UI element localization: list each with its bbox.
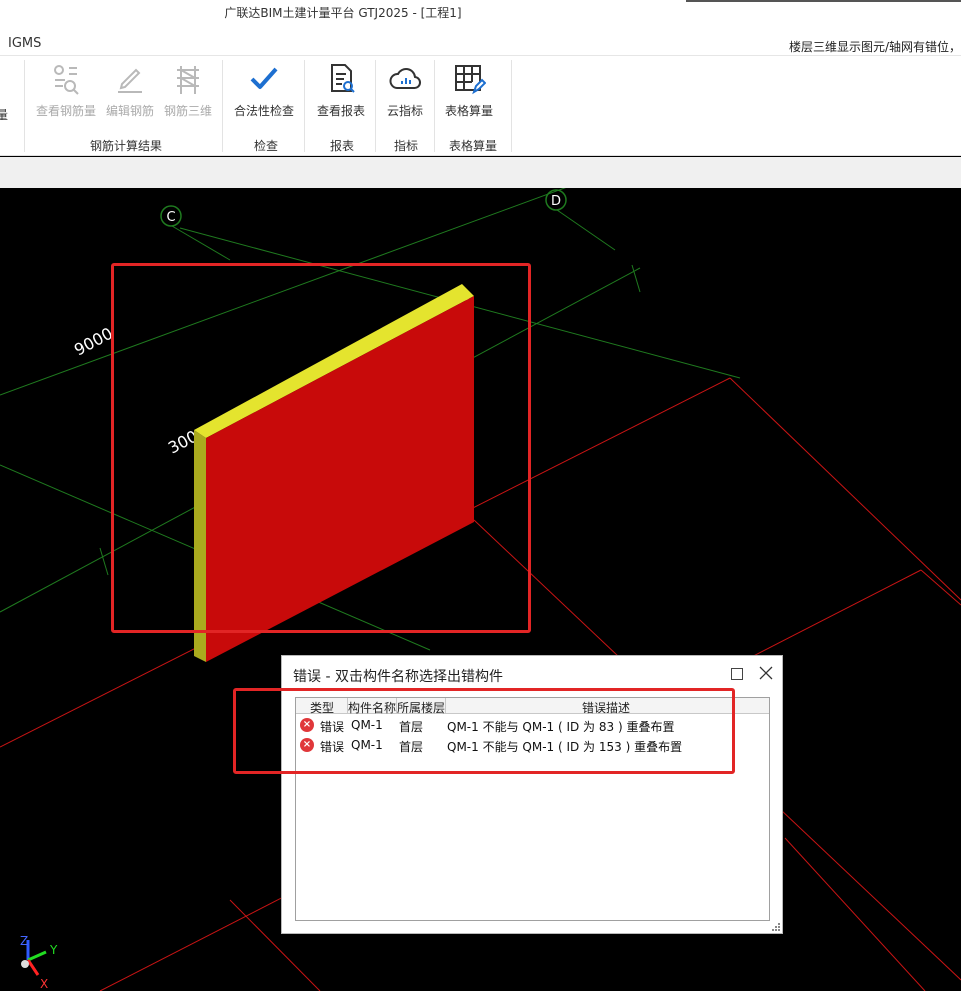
view-rebar-button[interactable]: 查看钢筋量 bbox=[34, 62, 98, 119]
error-description: QM-1 不能与 QM-1 ( ID 为 83 ) 重叠布置 bbox=[447, 720, 675, 734]
rebar-3d-button[interactable]: 钢筋三维 bbox=[162, 62, 214, 119]
error-icon: × bbox=[300, 718, 314, 732]
view-rebar-label: 查看钢筋量 bbox=[35, 104, 96, 118]
toolbar-strip bbox=[0, 157, 961, 188]
ribbon-partial-label: 量 bbox=[0, 108, 9, 122]
edit-rebar-label: 编辑钢筋 bbox=[105, 104, 154, 118]
dimension-label-9000: 9000 bbox=[71, 324, 116, 360]
column-header-name[interactable]: 构件名称 bbox=[348, 699, 396, 716]
edit-rebar-button[interactable]: 编辑钢筋 bbox=[104, 62, 156, 119]
cloud-index-label: 云指标 bbox=[386, 104, 423, 118]
ribbon-toolbar: 量 查看钢筋量 编辑钢筋 钢筋三维 钢筋计算结果 合法性检查 检查 查看报表 报… bbox=[0, 56, 961, 156]
triad-x-label: X bbox=[40, 977, 48, 991]
ribbon-partial-button[interactable]: 量 bbox=[0, 100, 8, 123]
group-separator bbox=[222, 60, 223, 152]
group-separator bbox=[304, 60, 305, 152]
axis-bubble-c: C bbox=[160, 205, 182, 227]
error-row[interactable]: × 错误 QM-1 首层 QM-1 不能与 QM-1 ( ID 为 153 ) … bbox=[296, 735, 769, 755]
title-bar: 广联达BIM土建计量平台 GTJ2025 - [工程1] bbox=[0, 0, 961, 30]
resize-grip-icon[interactable] bbox=[772, 923, 780, 931]
triad-y-label: Y bbox=[49, 943, 58, 957]
error-component-name[interactable]: QM-1 bbox=[351, 738, 383, 752]
notice-text: 楼层三维显示图元/轴网有错位， bbox=[788, 40, 961, 54]
table-calc-icon bbox=[455, 65, 486, 95]
group-separator bbox=[434, 60, 435, 152]
dialog-title: 错误 - 双击构件名称选择出错构件 bbox=[293, 669, 503, 685]
check-mark-icon bbox=[250, 67, 278, 89]
title-bar-divider bbox=[686, 0, 961, 2]
error-floor: 首层 bbox=[399, 720, 424, 734]
cloud-index-button[interactable]: 云指标 bbox=[382, 62, 428, 119]
validity-check-label: 合法性检查 bbox=[233, 104, 294, 118]
error-icon: × bbox=[300, 738, 314, 752]
validity-check-button[interactable]: 合法性检查 bbox=[232, 62, 296, 119]
cloud-index-icon bbox=[389, 68, 421, 89]
table-calc-button[interactable]: 表格算量 bbox=[442, 62, 496, 119]
error-description: QM-1 不能与 QM-1 ( ID 为 153 ) 重叠布置 bbox=[447, 740, 683, 754]
error-type: 错误 bbox=[320, 720, 345, 734]
group-label-table-calc: 表格算量 bbox=[449, 139, 498, 153]
window-title: 广联达BIM土建计量平台 GTJ2025 - [工程1] bbox=[224, 6, 462, 20]
report-icon bbox=[331, 64, 355, 93]
wall-qm-1[interactable] bbox=[194, 284, 474, 662]
wall-side-face bbox=[194, 430, 206, 662]
view-report-label: 查看报表 bbox=[316, 104, 365, 118]
error-floor: 首层 bbox=[399, 740, 424, 754]
rebar-3d-label: 钢筋三维 bbox=[163, 104, 212, 118]
view-report-button[interactable]: 查看报表 bbox=[314, 62, 368, 119]
menu-tab-igms[interactable]: IGMS bbox=[8, 36, 41, 51]
axis-label-c: C bbox=[166, 210, 175, 225]
group-separator bbox=[511, 60, 512, 152]
axis-label-d: D bbox=[551, 194, 561, 209]
menu-bar: IGMS 楼层三维显示图元/轴网有错位， bbox=[0, 30, 961, 56]
error-row[interactable]: × 错误 QM-1 首层 QM-1 不能与 QM-1 ( ID 为 83 ) 重… bbox=[296, 715, 769, 735]
group-label-index: 指标 bbox=[394, 139, 419, 153]
error-type: 错误 bbox=[320, 740, 345, 754]
group-separator bbox=[24, 60, 25, 152]
table-calc-label: 表格算量 bbox=[444, 104, 493, 118]
group-label-check: 检查 bbox=[254, 139, 279, 153]
edit-rebar-icon bbox=[118, 68, 142, 93]
rebar-3d-icon bbox=[177, 66, 199, 94]
column-header-type[interactable]: 类型 bbox=[310, 699, 334, 716]
error-component-name[interactable]: QM-1 bbox=[351, 718, 383, 732]
error-dialog: 错误 - 双击构件名称选择出错构件 类型 构件名称 所属楼层 错误描述 × 错误… bbox=[281, 655, 783, 934]
maximize-button[interactable] bbox=[731, 668, 743, 680]
group-separator bbox=[375, 60, 376, 152]
column-header-floor[interactable]: 所属楼层 bbox=[397, 699, 445, 716]
group-label-rebar-result: 钢筋计算结果 bbox=[90, 139, 163, 153]
triad-z-label: Z bbox=[20, 934, 28, 948]
group-label-report: 报表 bbox=[330, 139, 355, 153]
axis-triad: Z Y X bbox=[20, 934, 58, 991]
error-list-header: 类型 构件名称 所属楼层 错误描述 bbox=[296, 698, 769, 716]
view-rebar-icon bbox=[54, 65, 79, 95]
close-icon[interactable] bbox=[757, 664, 775, 682]
column-header-desc[interactable]: 错误描述 bbox=[582, 699, 630, 716]
axis-bubble-d: D bbox=[545, 189, 567, 211]
error-list: 类型 构件名称 所属楼层 错误描述 × 错误 QM-1 首层 QM-1 不能与 … bbox=[295, 697, 770, 921]
